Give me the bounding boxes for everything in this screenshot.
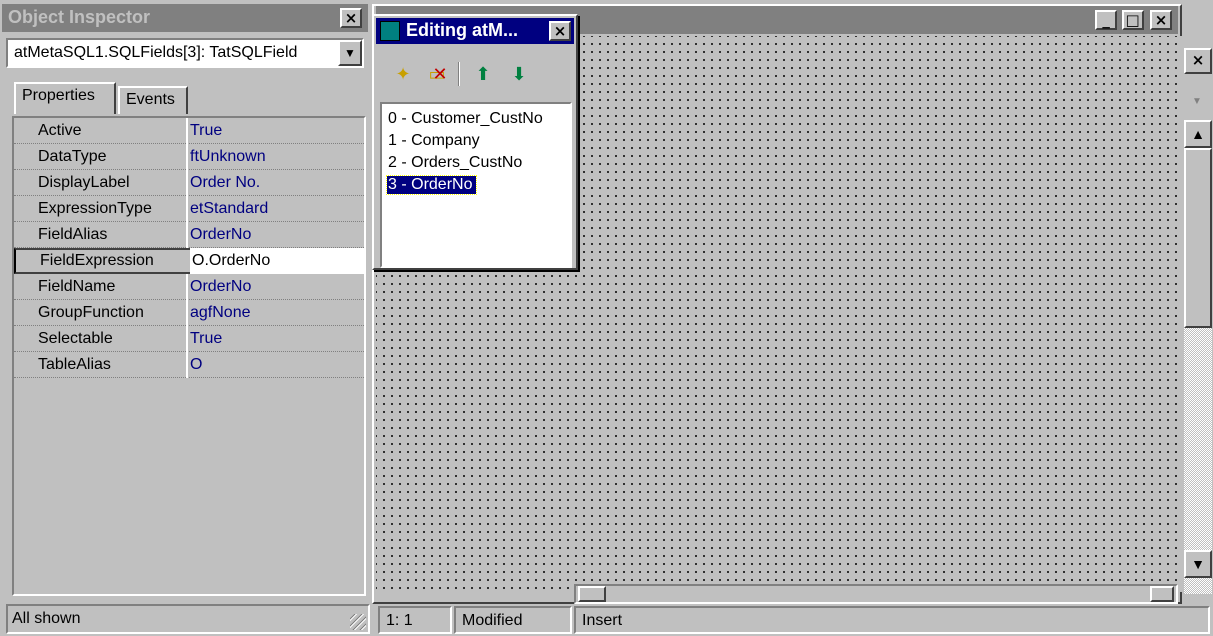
property-name: TableAlias (38, 356, 111, 373)
property-grid: Active True DataType ftUnknown DisplayLa… (12, 116, 366, 596)
collection-editor-window: Editing atM... × ✦ ▭ ✕ ⬆ ⬇ 0 - Customer_C… (372, 14, 578, 270)
editor-status-bar: 1: 1 Modified Insert (374, 604, 1213, 636)
scrollbar-thumb[interactable] (1184, 148, 1212, 328)
property-row[interactable]: FieldName OrderNo (14, 274, 364, 300)
cursor-position: 1: 1 (378, 606, 452, 634)
object-selector-value: atMetaSQL1.SQLFields[3]: TatSQLField (14, 44, 298, 61)
list-item-selected[interactable]: 3 - OrderNo (385, 175, 478, 195)
minimize-icon[interactable]: _ (1095, 10, 1118, 30)
scroll-down-icon[interactable]: ▼ (1184, 550, 1212, 578)
scroll-left-icon[interactable] (578, 586, 606, 602)
list-item[interactable]: 0 - Customer_CustNo (388, 110, 543, 128)
property-value[interactable]: etStandard (190, 200, 268, 218)
insert-mode-indicator: Insert (574, 606, 1210, 634)
property-name: DisplayLabel (38, 174, 130, 191)
object-inspector-titlebar[interactable]: Object Inspector × (2, 4, 368, 32)
property-name: FieldAlias (38, 226, 108, 243)
window-controls: _ □ × (1095, 10, 1172, 30)
delete-item-icon[interactable]: ▭ ✕ (422, 60, 452, 88)
collection-editor-titlebar[interactable]: Editing atM... × (376, 18, 574, 44)
property-value[interactable]: ftUnknown (190, 148, 266, 166)
property-name: FieldName (38, 278, 116, 295)
chevron-down-icon[interactable]: ▼ (338, 40, 362, 66)
tab-properties[interactable]: Properties (14, 82, 116, 114)
property-name: ExpressionType (38, 200, 152, 217)
maximize-icon[interactable]: □ (1121, 10, 1144, 30)
close-icon[interactable]: × (340, 8, 362, 28)
scroll-up-icon[interactable]: ▲ (1184, 120, 1212, 148)
tab-events[interactable]: Events (118, 86, 188, 114)
inspector-status-text: All shown (12, 610, 81, 627)
arrow-up-icon[interactable]: ⬆ (468, 60, 498, 88)
resize-grip-icon[interactable] (350, 614, 366, 630)
property-value[interactable]: True (190, 122, 222, 140)
close-icon[interactable]: × (1184, 48, 1212, 74)
property-value[interactable]: Order No. (190, 174, 260, 192)
arrow-down-icon[interactable]: ⬇ (504, 60, 534, 88)
property-row[interactable]: ExpressionType etStandard (14, 196, 364, 222)
close-icon[interactable]: × (1150, 10, 1172, 30)
property-value[interactable]: OrderNo (190, 226, 251, 244)
object-selector-combo[interactable]: atMetaSQL1.SQLFields[3]: TatSQLField ▼ (6, 38, 364, 68)
property-value[interactable]: O (190, 356, 202, 374)
close-icon[interactable]: × (549, 21, 571, 41)
property-name: DataType (38, 148, 107, 165)
collection-editor-title: Editing atM... (406, 20, 518, 40)
property-row[interactable]: FieldAlias OrderNo (14, 222, 364, 248)
collection-items-list[interactable]: 0 - Customer_CustNo 1 - Company 2 - Orde… (380, 102, 572, 268)
chevron-down-icon[interactable]: ▼ (1192, 96, 1202, 107)
property-row[interactable]: GroupFunction agfNone (14, 300, 364, 326)
list-item[interactable]: 1 - Company (388, 132, 480, 150)
object-inspector-title: Object Inspector (8, 7, 151, 27)
scroll-right-icon[interactable] (1150, 586, 1174, 602)
property-value[interactable]: OrderNo (190, 278, 251, 296)
property-name: GroupFunction (38, 304, 144, 321)
object-inspector-window: Object Inspector × atMetaSQL1.SQLFields[… (0, 0, 372, 636)
property-value-editor[interactable]: O.OrderNo (192, 252, 270, 270)
app-icon (380, 21, 400, 41)
list-item[interactable]: 2 - Orders_CustNo (388, 154, 522, 172)
editor-toolbar: ✦ ▭ ✕ ⬆ ⬇ (378, 48, 574, 100)
horizontal-scrollbar[interactable] (574, 584, 1178, 604)
property-row[interactable]: TableAlias O (14, 352, 364, 378)
property-row[interactable]: Selectable True (14, 326, 364, 352)
property-row[interactable]: DisplayLabel Order No. (14, 170, 364, 196)
property-row[interactable]: DataType ftUnknown (14, 144, 364, 170)
property-row-selected[interactable]: FieldExpression O.OrderNo (14, 248, 364, 274)
property-name: Active (38, 122, 82, 139)
property-value[interactable]: True (190, 330, 222, 348)
property-name: FieldExpression (40, 252, 154, 269)
property-value[interactable]: agfNone (190, 304, 251, 322)
property-row[interactable]: Active True (14, 118, 364, 144)
modified-indicator: Modified (454, 606, 572, 634)
new-item-icon[interactable]: ✦ (388, 60, 418, 88)
inspector-status-bar: All shown (6, 604, 370, 634)
property-name: Selectable (38, 330, 113, 347)
